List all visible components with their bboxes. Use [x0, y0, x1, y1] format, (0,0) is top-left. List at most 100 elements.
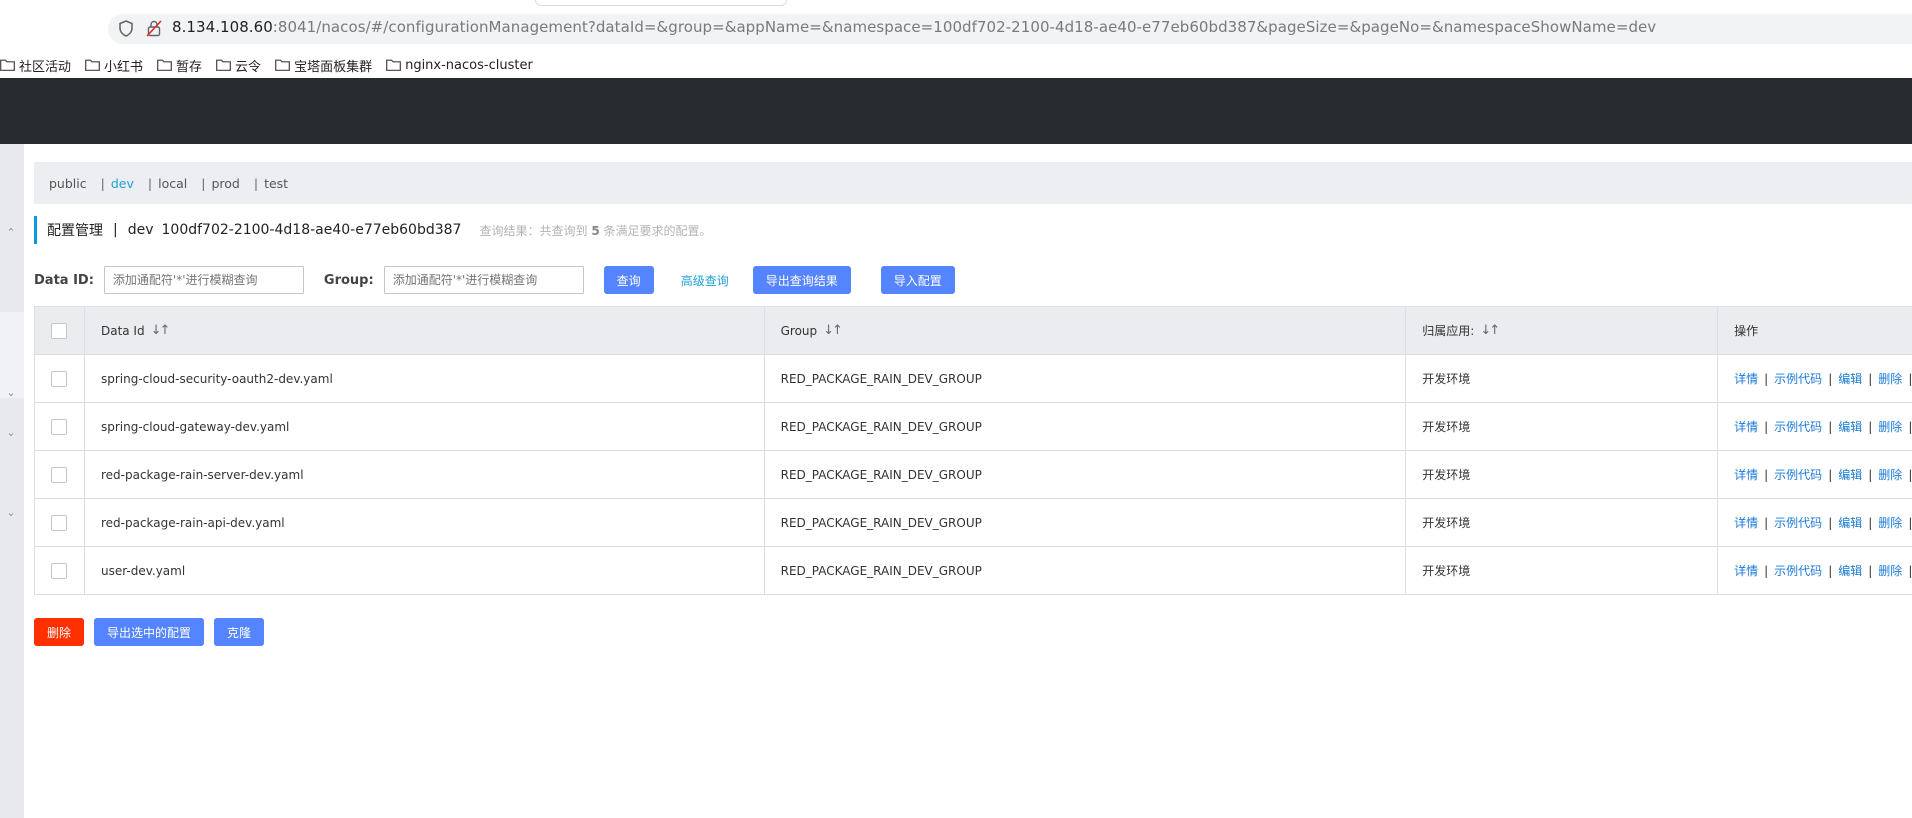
bookmark-label: 宝塔面板集群 [294, 59, 373, 75]
bookmark-item[interactable]: 云令 [216, 56, 261, 75]
sort-icon[interactable]: ↓↑ [823, 323, 843, 338]
group-search-input[interactable] [383, 266, 584, 294]
bulk-delete-button[interactable]: 删除 [34, 618, 84, 646]
select-all-checkbox[interactable] [51, 322, 68, 339]
insecure-lock-icon[interactable] [146, 20, 162, 37]
row-checkbox[interactable] [51, 466, 68, 483]
cell-dataid: red-package-rain-server-dev.yaml [85, 451, 765, 498]
column-header-label: Data Id [100, 323, 145, 338]
edit-link[interactable]: 编辑 [1838, 562, 1862, 579]
clone-button[interactable]: 克隆 [214, 618, 264, 646]
main-content: public | dev | local | prod | test 配置管理 … [34, 144, 1912, 818]
row-checkbox[interactable] [51, 418, 68, 435]
folder-icon [216, 59, 231, 71]
namespace-prod[interactable]: prod [211, 176, 239, 191]
sample-code-link[interactable]: 示例代码 [1774, 466, 1822, 483]
namespace-dev[interactable]: dev [111, 176, 134, 191]
cell-operations: 详情 | 示例代码 | 编辑 | 删除 | [1718, 355, 1912, 402]
delete-link[interactable]: 删除 [1878, 418, 1902, 435]
cell-group: RED_PACKAGE_RAIN_DEV_GROUP [765, 547, 1407, 594]
dataid-label: Data ID: [34, 272, 94, 288]
sample-code-link[interactable]: 示例代码 [1774, 418, 1822, 435]
export-selected-button[interactable]: 导出选中的配置 [94, 618, 204, 646]
delete-link[interactable]: 删除 [1878, 370, 1902, 387]
edit-link[interactable]: 编辑 [1838, 466, 1862, 483]
bookmark-item[interactable]: 小红书 [85, 56, 143, 75]
delete-link[interactable]: 删除 [1878, 466, 1902, 483]
title-separator: | [113, 222, 118, 238]
header-operations: 操作 [1718, 307, 1912, 354]
shield-icon[interactable] [118, 20, 134, 37]
query-button[interactable]: 查询 [603, 266, 654, 294]
cell-app: 开发环境 [1406, 355, 1719, 402]
edit-link[interactable]: 编辑 [1838, 514, 1862, 531]
details-link[interactable]: 详情 [1734, 466, 1758, 483]
column-header-label: 归属应用: [1422, 324, 1475, 338]
chevron-down-icon[interactable]: ⌄ [4, 427, 18, 438]
sort-icon[interactable]: ↓↑ [1480, 323, 1500, 338]
bookmark-item[interactable]: nginx-nacos-cluster [386, 58, 533, 73]
sample-code-link[interactable]: 示例代码 [1774, 562, 1822, 579]
browser-tab-fragment[interactable] [535, 0, 787, 6]
op-separator: | [1764, 419, 1769, 434]
row-checkbox[interactable] [51, 514, 68, 531]
bookmark-label: nginx-nacos-cluster [405, 57, 533, 73]
column-header-label: Group [780, 323, 818, 338]
header-group: Group ↓↑ [765, 307, 1407, 354]
bookmark-item[interactable]: 暂存 [157, 56, 202, 75]
namespace-separator: | [253, 175, 259, 191]
namespace-id: 100df702-2100-4d18-ae40-e77eb60bd387 [161, 222, 462, 238]
details-link[interactable]: 详情 [1734, 418, 1758, 435]
summary-suffix: 条满足要求的配置。 [603, 223, 712, 238]
import-config-button[interactable]: 导入配置 [880, 266, 955, 294]
page-title: 配置管理 [47, 223, 103, 239]
delete-link[interactable]: 删除 [1878, 562, 1902, 579]
chevron-down-icon[interactable]: ⌄ [4, 387, 18, 398]
chevron-down-icon[interactable]: ⌄ [4, 507, 18, 518]
browser-address-bar: 8.134.108.60:8041/nacos/#/configurationM… [0, 0, 1912, 52]
row-checkbox-cell [35, 499, 85, 546]
edit-link[interactable]: 编辑 [1838, 370, 1862, 387]
cell-operations: 详情 | 示例代码 | 编辑 | 删除 | [1718, 499, 1912, 546]
row-checkbox[interactable] [51, 562, 68, 579]
namespace-bar: public | dev | local | prod | test [34, 162, 1912, 204]
page-title-row: 配置管理 | dev 100df702-2100-4d18-ae40-e77eb… [34, 216, 712, 244]
details-link[interactable]: 详情 [1734, 514, 1758, 531]
url-host: 8.134.108.60 [172, 18, 273, 36]
folder-icon [85, 59, 100, 71]
dataid-search-input[interactable] [103, 266, 304, 294]
cell-group: RED_PACKAGE_RAIN_DEV_GROUP [765, 355, 1407, 402]
url-text[interactable]: 8.134.108.60:8041/nacos/#/configurationM… [172, 18, 1656, 36]
bookmark-item[interactable]: 社区活动 [0, 56, 71, 75]
delete-link[interactable]: 删除 [1878, 514, 1902, 531]
details-link[interactable]: 详情 [1734, 370, 1758, 387]
summary-prefix: 查询结果：共查询到 [479, 223, 588, 238]
group-label: Group: [323, 272, 374, 288]
advanced-query-link[interactable]: 高级查询 [669, 266, 741, 294]
namespace-test[interactable]: test [264, 176, 288, 191]
op-separator: | [1764, 371, 1769, 386]
folder-icon [275, 59, 290, 71]
cell-dataid: spring-cloud-gateway-dev.yaml [85, 403, 765, 450]
namespace-local[interactable]: local [158, 176, 187, 191]
row-checkbox[interactable] [51, 370, 68, 387]
table-header-row: Data Id ↓↑ Group ↓↑ 归属应用: ↓↑ 操作 [35, 307, 1912, 355]
details-link[interactable]: 详情 [1734, 562, 1758, 579]
cell-dataid: user-dev.yaml [85, 547, 765, 594]
cell-group: RED_PACKAGE_RAIN_DEV_GROUP [765, 499, 1407, 546]
chevron-up-icon[interactable]: ⌃ [4, 227, 18, 238]
sort-icon[interactable]: ↓↑ [151, 323, 171, 338]
cell-operations: 详情 | 示例代码 | 编辑 | 删除 | [1718, 451, 1912, 498]
edit-link[interactable]: 编辑 [1838, 418, 1862, 435]
sample-code-link[interactable]: 示例代码 [1774, 514, 1822, 531]
op-separator: | [1764, 563, 1769, 578]
row-checkbox-cell [35, 403, 85, 450]
cell-group: RED_PACKAGE_RAIN_DEV_GROUP [765, 451, 1407, 498]
namespace-public[interactable]: public [49, 176, 87, 191]
cell-app: 开发环境 [1406, 451, 1719, 498]
bookmark-item[interactable]: 宝塔面板集群 [275, 56, 372, 75]
export-query-results-button[interactable]: 导出查询结果 [752, 266, 851, 294]
sample-code-link[interactable]: 示例代码 [1774, 370, 1822, 387]
table-row: spring-cloud-security-oauth2-dev.yaml RE… [35, 355, 1912, 403]
op-separator: | [1828, 371, 1833, 386]
